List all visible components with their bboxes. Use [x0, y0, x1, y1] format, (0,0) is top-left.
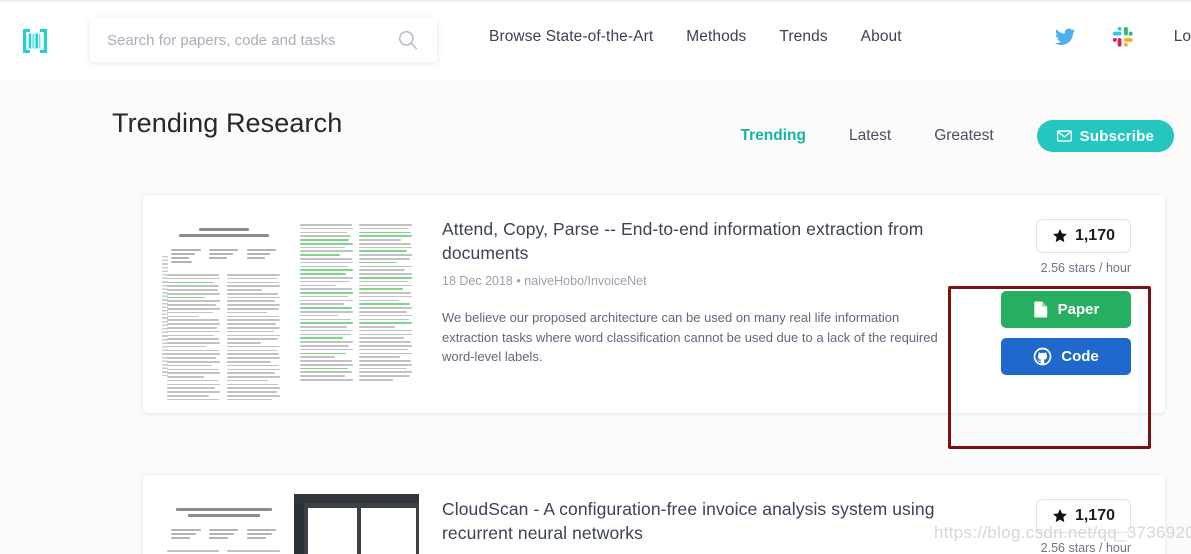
- paper-thumbnail[interactable]: [161, 214, 419, 400]
- thumbnail-title: [161, 214, 287, 242]
- thumbnail-columns: [161, 546, 287, 554]
- paper-button[interactable]: Paper: [1001, 291, 1131, 328]
- twitter-link[interactable]: [1054, 26, 1076, 48]
- slack-icon: [1112, 26, 1133, 47]
- code-button-label: Code: [1061, 348, 1099, 365]
- star-icon: [1052, 508, 1067, 523]
- main-nav: Browse State-of-the-Art Methods Trends A…: [489, 28, 902, 46]
- subscribe-button[interactable]: Subscribe: [1036, 120, 1174, 152]
- thumbnail-authors: [161, 522, 287, 546]
- paper-abstract: We believe our proposed architecture can…: [442, 310, 938, 364]
- tab-greatest[interactable]: Greatest: [934, 127, 993, 145]
- twitter-icon: [1054, 28, 1075, 45]
- paper-list: Attend, Copy, Parse -- End-to-end inform…: [143, 195, 1165, 554]
- star-count: 1,170: [1074, 227, 1115, 244]
- github-icon: [1033, 347, 1052, 366]
- search-input[interactable]: [107, 25, 382, 55]
- page-title: Trending Research: [112, 108, 343, 138]
- nav-item-browse-sota[interactable]: Browse State-of-the-Art: [489, 28, 653, 46]
- thumbnail-page-2: [293, 214, 419, 400]
- logo-icon: [23, 29, 47, 53]
- star-icon: [1052, 228, 1067, 243]
- header-right-actions: Lo: [1054, 26, 1191, 48]
- star-count-badge: 1,170: [1035, 219, 1131, 253]
- paper-button-label: Paper: [1057, 301, 1100, 318]
- watermark: https://blog.csdn.net/qq_37369201: [934, 523, 1191, 542]
- paper-info: Attend, Copy, Parse -- End-to-end inform…: [442, 211, 969, 397]
- thumbnail-columns: [161, 270, 287, 400]
- login-link[interactable]: Lo: [1174, 28, 1191, 46]
- meta-separator: •: [516, 274, 521, 288]
- paper-card[interactable]: Attend, Copy, Parse -- End-to-end inform…: [143, 195, 1165, 413]
- top-divider: [0, 0, 1191, 2]
- action-buttons: Paper Code: [1001, 291, 1131, 375]
- paper-title[interactable]: CloudScan - A configuration-free invoice…: [442, 497, 957, 545]
- thumbnail-page-1: [161, 494, 287, 554]
- envelope-icon: [1056, 130, 1072, 142]
- paper-info: CloudScan - A configuration-free invoice…: [442, 491, 969, 554]
- thumbnail-page-1: [161, 214, 287, 400]
- nav-item-about[interactable]: About: [861, 28, 902, 46]
- paper-thumbnail[interactable]: [161, 494, 419, 554]
- star-rate: 2.56 stars / hour: [1040, 261, 1131, 275]
- thumbnail-screenshot: [293, 494, 419, 554]
- sort-tabs: Trending Latest Greatest Subscribe: [741, 120, 1174, 152]
- paper-repo[interactable]: naiveHobo/InvoiceNet: [524, 274, 646, 288]
- page-header-row: Trending Research Trending Latest Greate…: [0, 108, 1191, 164]
- nav-item-methods[interactable]: Methods: [686, 28, 746, 46]
- tab-latest[interactable]: Latest: [849, 127, 891, 145]
- papers-with-code-logo[interactable]: [19, 26, 51, 56]
- nav-item-trends[interactable]: Trends: [779, 28, 827, 46]
- code-button[interactable]: Code: [1001, 338, 1131, 375]
- document-icon: [1033, 301, 1047, 318]
- arxiv-stamp: [162, 256, 168, 376]
- paper-date: 18 Dec 2018: [442, 274, 513, 288]
- paper-actions: 1,170 2.56 stars / hour Paper Code: [969, 211, 1147, 397]
- paper-title[interactable]: Attend, Copy, Parse -- End-to-end inform…: [442, 217, 957, 265]
- slack-link[interactable]: [1112, 26, 1134, 48]
- thumbnail-title: [161, 494, 287, 522]
- search-icon[interactable]: [397, 29, 419, 51]
- paper-meta: 18 Dec 2018 • naiveHobo/InvoiceNet: [442, 274, 959, 288]
- search-box[interactable]: [90, 18, 437, 62]
- subscribe-label: Subscribe: [1079, 127, 1154, 145]
- site-header: Browse State-of-the-Art Methods Trends A…: [0, 0, 1191, 80]
- thumbnail-authors: [161, 242, 287, 270]
- page-root: Browse State-of-the-Art Methods Trends A…: [0, 0, 1191, 554]
- tab-trending[interactable]: Trending: [741, 127, 806, 145]
